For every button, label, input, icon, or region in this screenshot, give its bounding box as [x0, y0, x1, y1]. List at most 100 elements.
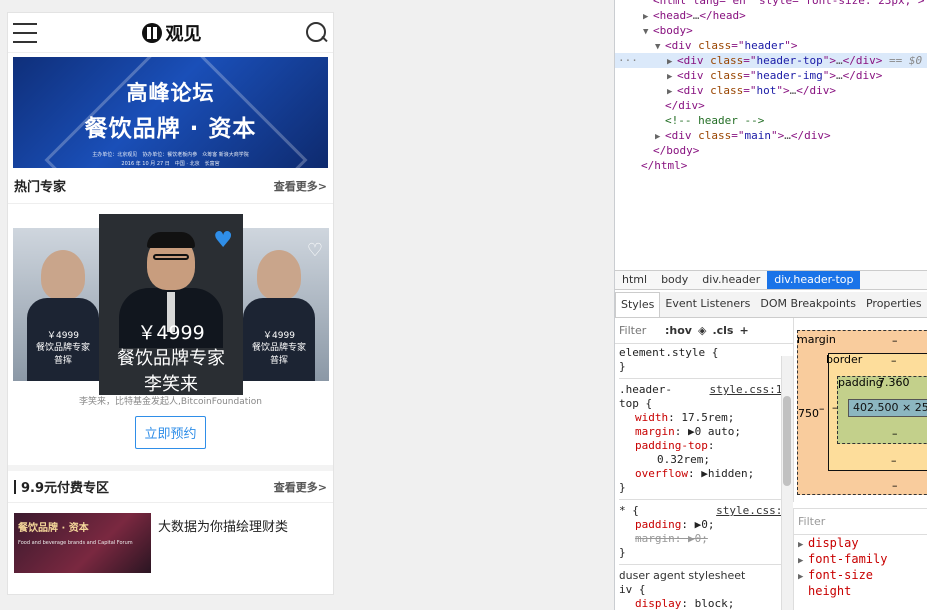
dom-node[interactable]: ▼ <div class="header">: [615, 38, 927, 53]
expert-photo-glasses: [153, 254, 189, 260]
banner-title-1: 高峰论坛: [126, 81, 215, 105]
color-format-icon[interactable]: ◈: [698, 324, 706, 337]
dom-punct: =": [743, 54, 757, 67]
dom-punct: ">: [822, 69, 836, 82]
dom-node[interactable]: </div>: [615, 98, 927, 113]
dom-tag-name: <div: [677, 84, 711, 97]
dom-node[interactable]: <!-- header -->: [615, 113, 927, 128]
elements-dom-tree[interactable]: <html lang="en" style="font-size: 23px;"…: [615, 0, 927, 263]
dom-node[interactable]: </html>: [615, 158, 927, 173]
box-margin[interactable]: margin – 750 – border – – – padding 7.36…: [797, 330, 927, 495]
styles-scrollbar[interactable]: [781, 356, 793, 610]
banner-image[interactable]: 高峰论坛 餐饮品牌 · 资本 主办单位：北京观见 协办单位：餐饮老板内参 众筹客…: [13, 57, 328, 168]
devtools-panel: <html lang="en" style="font-size: 23px;"…: [614, 0, 927, 610]
logo[interactable]: 观见: [141, 20, 202, 46]
margin-bottom-value: –: [892, 479, 898, 492]
padding-top-value: 7.360: [878, 376, 910, 389]
css-property[interactable]: padding-top:: [619, 439, 789, 453]
expert-card-left[interactable]: ￥4999 餐饮品牌专家 普挥: [13, 228, 113, 381]
expert-card-main[interactable]: ♥ ￥4999 餐饮品牌专家 李笑来: [99, 214, 243, 395]
menu-icon[interactable]: [13, 22, 37, 43]
article-thumbnail[interactable]: 餐饮品牌 · 资本 Food and beverage brands and C…: [14, 513, 151, 573]
expert-carousel[interactable]: ￥4999 餐饮品牌专家 普挥 ♡ ￥4999 餐饮品牌专家 普挥 ♥ ￥499…: [8, 204, 333, 395]
css-property-overridden[interactable]: margin: ▶0;: [619, 532, 789, 546]
dom-selected-ref: == $0: [882, 54, 923, 67]
expand-arrow-icon[interactable]: ▶: [798, 556, 808, 566]
dom-close-tag: </head>: [699, 9, 746, 22]
expand-arrow-icon[interactable]: ▶: [798, 540, 808, 550]
expand-arrow-icon[interactable]: ▶: [798, 572, 808, 582]
border-top-value: –: [891, 354, 897, 367]
search-icon[interactable]: [306, 21, 328, 44]
reserve-button[interactable]: 立即预约: [135, 416, 206, 449]
breadcrumb-body[interactable]: body: [654, 271, 695, 289]
box-border[interactable]: border – – – padding 7.360 – – 402.500 ×…: [819, 353, 927, 471]
css-property[interactable]: width: 17.5rem;: [619, 411, 789, 425]
css-property[interactable]: margin: ▶0 auto;: [619, 425, 789, 439]
dom-ellipsis: …: [835, 69, 843, 82]
dom-node[interactable]: ▶ <div class="header-img">…</div>: [615, 68, 927, 83]
prop-name: display: [635, 597, 682, 610]
dom-attr-name: class: [710, 69, 744, 82]
dom-node[interactable]: ▶ <div class="main">…</div>: [615, 128, 927, 143]
computed-prop[interactable]: height: [794, 583, 927, 599]
dom-attr-value: header: [744, 39, 785, 52]
tab-event-listeners[interactable]: Event Listeners: [660, 292, 755, 317]
dom-close-tag: </div>: [796, 84, 836, 97]
dom-node[interactable]: ▼ <body>: [615, 23, 927, 38]
expert-name: 普挥: [53, 356, 72, 366]
scrollbar-thumb[interactable]: [783, 396, 791, 486]
dom-node[interactable]: ▶ <div class="hot">…</div>: [615, 83, 927, 98]
tab-dom-breakpoints[interactable]: DOM Breakpoints: [755, 292, 861, 317]
computed-prop-name: display: [808, 536, 859, 550]
styles-filter-input[interactable]: [619, 324, 659, 337]
expert-name: 普挥: [269, 356, 288, 366]
heart-filled-icon[interactable]: ♥: [213, 228, 233, 253]
heart-outline-icon[interactable]: ♡: [307, 240, 323, 261]
computed-filter[interactable]: Filter: [794, 509, 927, 535]
element-style-rule[interactable]: element.style { }: [619, 346, 789, 379]
computed-prop[interactable]: ▶ font-size: [794, 567, 927, 583]
padding-left-value: –: [832, 401, 838, 414]
css-property[interactable]: overflow: ▶hidden;: [619, 467, 789, 481]
thumb-subtitle: Food and beverage brands and Capital For…: [18, 540, 133, 546]
box-content[interactable]: 402.500 × 25.8: [848, 399, 927, 417]
computed-prop[interactable]: ▶ display: [794, 535, 927, 551]
tab-properties[interactable]: Properties: [861, 292, 927, 317]
css-property[interactable]: padding: ▶0;: [619, 518, 789, 532]
prop-name: margin: [635, 425, 675, 438]
dom-node[interactable]: ··· ▶ <div class="header-top">…</div> == $…: [615, 53, 927, 68]
breadcrumb-div-header[interactable]: div.header: [695, 271, 767, 289]
dom-node[interactable]: <html lang="en" style="font-size: 23px;"…: [615, 0, 927, 8]
css-property[interactable]: display: block;: [619, 597, 789, 610]
rule-source-link[interactable]: style.css:7: [716, 504, 789, 517]
tab-styles[interactable]: Styles: [615, 292, 661, 317]
ua-rule[interactable]: duser agent stylesheet iv { display: blo…: [619, 569, 789, 610]
dom-node[interactable]: </body>: [615, 143, 927, 158]
dom-node[interactable]: ▶ <head>…</head>: [615, 8, 927, 23]
view-more-link[interactable]: 查看更多>: [274, 479, 327, 495]
hov-toggle[interactable]: :hov: [665, 324, 692, 337]
section-title: 热门专家: [14, 180, 67, 195]
view-more-link[interactable]: 查看更多>: [274, 178, 327, 194]
expert-card-right[interactable]: ♡ ￥4999 餐饮品牌专家 普挥: [229, 228, 329, 381]
breadcrumb-div-header-top[interactable]: div.header-top: [767, 271, 861, 289]
dom-close-tag: </html>: [641, 159, 688, 172]
css-property-cont[interactable]: 0.32rem;: [619, 453, 789, 467]
computed-pane: Filter ▶ display ▶ font-family ▶ font-size …: [793, 508, 927, 610]
header-top-rule[interactable]: style.css:18 .header- top { width: 17.5r…: [619, 383, 789, 500]
add-rule-button[interactable]: +: [739, 324, 748, 337]
breadcrumb-html[interactable]: html: [615, 271, 654, 289]
prop-value: 0.32rem;: [657, 453, 710, 466]
dom-raw: <html lang="en" style="font-size: 23px;"…: [653, 0, 925, 7]
thumb-title: 餐饮品牌 · 资本: [18, 523, 89, 534]
universal-rule[interactable]: style.css:7 * { padding: ▶0; margin: ▶0;…: [619, 504, 789, 565]
article-item[interactable]: 餐饮品牌 · 资本 Food and beverage brands and C…: [8, 503, 333, 583]
article-title[interactable]: 大数据为你描绘理财类: [158, 516, 288, 573]
prop-value: ▶0 auto;: [688, 425, 741, 438]
cls-toggle[interactable]: .cls: [712, 324, 733, 337]
box-padding[interactable]: padding 7.360 – – 402.500 × 25.8: [832, 376, 927, 444]
more-options-icon[interactable]: ···: [618, 53, 638, 68]
rule-source-link[interactable]: style.css:18: [710, 383, 789, 396]
computed-prop[interactable]: ▶ font-family: [794, 551, 927, 567]
